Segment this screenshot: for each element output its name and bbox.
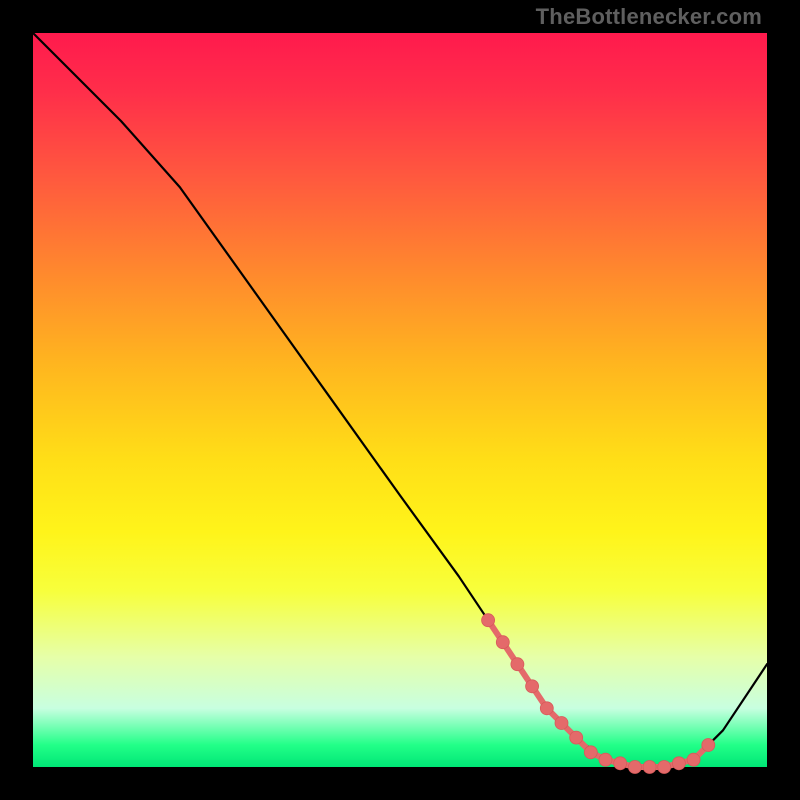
highlight-dot: [496, 636, 509, 649]
plot-area: [33, 33, 767, 767]
highlight-dot: [658, 761, 671, 774]
highlight-dot: [511, 658, 524, 671]
highlight-dot: [570, 731, 583, 744]
bottleneck-curve: [33, 33, 767, 767]
highlight-dot: [628, 761, 641, 774]
highlight-dot: [526, 680, 539, 693]
highlight-dot: [672, 757, 685, 770]
highlight-dot: [540, 702, 553, 715]
curve-svg: [33, 33, 767, 767]
highlight-dot: [555, 717, 568, 730]
highlight-dot: [584, 746, 597, 759]
highlight-dot: [702, 739, 715, 752]
highlight-dots: [482, 614, 715, 774]
highlight-dot: [599, 753, 612, 766]
chart-stage: TheBottlenecker.com: [0, 0, 800, 800]
highlight-dot: [482, 614, 495, 627]
watermark-text: TheBottlenecker.com: [536, 6, 762, 28]
highlight-connector: [488, 620, 708, 767]
highlight-dot: [687, 753, 700, 766]
highlight-dot: [643, 761, 656, 774]
highlight-dot: [614, 757, 627, 770]
